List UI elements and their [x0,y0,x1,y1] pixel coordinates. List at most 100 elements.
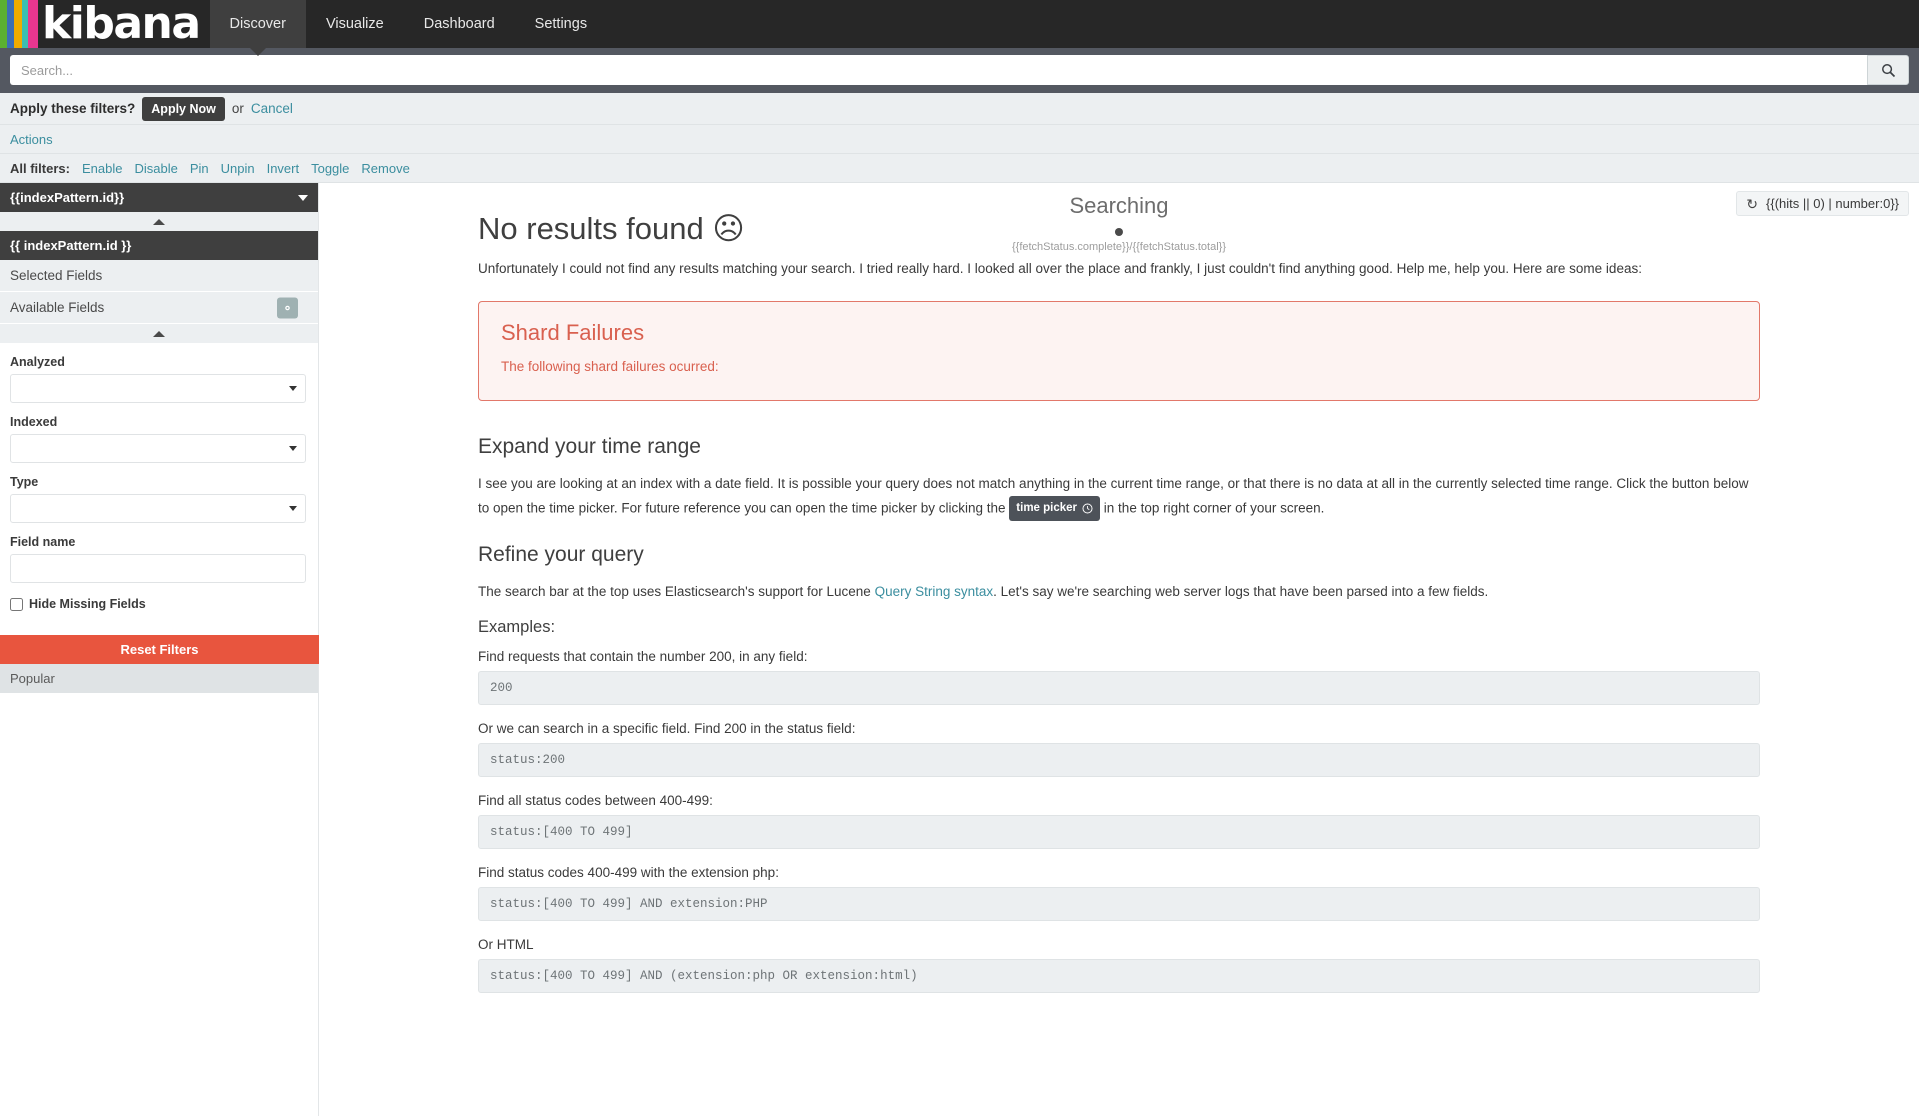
chevron-up-icon [153,218,165,225]
nav-item-discover[interactable]: Discover [209,0,306,56]
no-results-intro: Unfortunately I could not find any resul… [478,261,1642,276]
indexed-label: Indexed [10,415,58,429]
sidebar-item-selected-fields[interactable]: Selected Fields [0,260,318,292]
kibana-logo-bars-icon [0,0,38,48]
search-icon [1881,63,1895,77]
all-filters-disable[interactable]: Disable [134,161,177,176]
expand-time-range-body: I see you are looking at an index with a… [478,473,1760,522]
brand-logo[interactable]: kibana [0,0,210,48]
nav-item-settings[interactable]: Settings [515,0,607,48]
refine-query-title: Refine your query [478,543,644,567]
sidebar-collapse-top[interactable] [0,212,318,231]
hits-counter[interactable]: ↻ {{(hits || 0) | number:0}} [1736,191,1909,216]
shard-failures-subtitle: The following shard failures ocurred: [501,358,719,374]
apply-now-button[interactable]: Apply Now [142,96,225,121]
all-filters-unpin[interactable]: Unpin [221,161,255,176]
analyzed-label: Analyzed [10,355,65,369]
apply-filters-bar: Apply these filters? Apply Now or Cancel [0,93,1919,125]
cancel-filters-link[interactable]: Cancel [251,101,293,116]
example-label: Find status codes 400-499 with the exten… [478,864,779,880]
type-select[interactable] [10,494,306,523]
available-fields-label: Available Fields [10,300,105,315]
field-filter-panel: Analyzed Indexed Type Field name Hide Mi… [0,355,318,621]
expand-time-range-title: Expand your time range [478,434,701,458]
index-pattern-header-label: {{indexPattern.id}} [10,190,125,205]
refresh-icon[interactable]: ↻ [1746,197,1758,211]
loading-spinner-icon [1115,228,1123,236]
gear-icon [285,305,290,310]
field-name-label: Field name [10,535,76,549]
sidebar-collapse-filters[interactable] [0,324,318,343]
field-sidebar: {{indexPattern.id}} {{ indexPattern.id }… [0,183,319,1116]
all-filters-enable[interactable]: Enable [82,161,122,176]
example-code: status:[400 TO 499] AND (extension:php O… [478,958,1760,993]
example-label: Or HTML [478,936,534,952]
selected-fields-label: Selected Fields [10,268,103,283]
nav-item-visualize[interactable]: Visualize [306,0,404,48]
analyzed-select[interactable] [10,374,306,403]
sidebar-item-available-fields[interactable]: Available Fields [0,292,318,324]
refine-body-part2: . Let's say we're searching web server l… [993,584,1489,600]
type-label: Type [10,475,39,489]
all-filters-bar: All filters: Enable Disable Pin Unpin In… [0,154,1919,183]
all-filters-label: All filters: [10,160,70,176]
query-string-syntax-link[interactable]: Query String syntax [875,584,994,599]
search-input[interactable] [10,55,1867,85]
examples-heading: Examples: [478,617,556,636]
index-pattern-header[interactable]: {{indexPattern.id}} [0,183,318,212]
all-filters-invert[interactable]: Invert [267,161,300,176]
search-submit-button[interactable] [1867,55,1909,85]
hits-value: {{(hits || 0) | number:0}} [1766,196,1899,211]
indexed-select[interactable] [10,434,306,463]
nav-item-dashboard[interactable]: Dashboard [404,0,515,48]
filter-actions-bar: Actions [0,125,1919,154]
clock-icon [1082,503,1093,514]
example-label: Find all status codes between 400-499: [478,792,713,808]
index-pattern-section-title: {{ indexPattern.id }} [0,231,318,260]
refine-query-body: The search bar at the top uses Elasticse… [478,581,1760,604]
popular-label: Popular [10,671,55,686]
popular-fields-section[interactable]: Popular [0,664,318,693]
page-body: {{indexPattern.id}} {{ indexPattern.id }… [0,183,1919,1116]
fetch-status-text: {{fetchStatus.complete}}/{{fetchStatus.t… [1011,241,1227,253]
example-label: Or we can search in a specific field. Fi… [478,720,856,736]
example-item: Find requests that contain the number 20… [478,649,1760,705]
apply-filters-or: or [231,101,244,116]
search-bar [0,48,1919,93]
hide-missing-fields-checkbox[interactable] [10,597,23,611]
hide-missing-fields-label: Hide Missing Fields [29,597,146,611]
time-picker-chip-label: time picker [1016,501,1078,514]
main-content: ↻ {{(hits || 0) | number:0}} Searching {… [319,183,1919,1116]
time-picker-chip[interactable]: time picker [1009,495,1101,522]
searching-indicator: Searching {{fetchStatus.complete}}/{{fet… [1012,193,1226,253]
chevron-down-icon[interactable] [298,194,308,201]
all-filters-remove[interactable]: Remove [361,161,409,176]
example-code: status:200 [478,742,1760,777]
nav-items: Discover Visualize Dashboard Settings [209,0,608,56]
example-item: Or HTML status:[400 TO 499] AND (extensi… [478,937,1760,993]
example-code: status:[400 TO 499] [478,814,1760,849]
hide-missing-fields-row[interactable]: Hide Missing Fields [10,597,308,611]
no-results-panel: No results found ☹ Unfortunately I could… [478,183,1760,993]
time-range-body-part2: in the top right corner of your screen. [1103,499,1325,515]
field-name-input[interactable] [10,554,306,583]
brand-name: kibana [42,0,201,49]
example-item: Find all status codes between 400-499: s… [478,793,1760,849]
field-settings-button[interactable] [277,297,298,318]
all-filters-toggle[interactable]: Toggle [311,161,349,176]
example-item: Or we can search in a specific field. Fi… [478,721,1760,777]
shard-failures-title: Shard Failures [501,319,645,345]
refine-body-part1: The search bar at the top uses Elasticse… [478,584,871,600]
chevron-up-icon [153,330,165,337]
example-code: 200 [478,670,1760,705]
reset-filters-button[interactable]: Reset Filters [0,635,319,664]
searching-title: Searching [1069,193,1169,218]
apply-filters-question: Apply these filters? [10,101,136,116]
example-item: Find status codes 400-499 with the exten… [478,865,1760,921]
shard-failures-box: Shard Failures The following shard failu… [478,300,1760,401]
top-navbar: kibana Discover Visualize Dashboard Sett… [0,0,1919,56]
all-filters-pin[interactable]: Pin [190,161,209,176]
example-code: status:[400 TO 499] AND extension:PHP [478,886,1760,921]
actions-link[interactable]: Actions [10,132,53,147]
example-label: Find requests that contain the number 20… [478,648,808,664]
